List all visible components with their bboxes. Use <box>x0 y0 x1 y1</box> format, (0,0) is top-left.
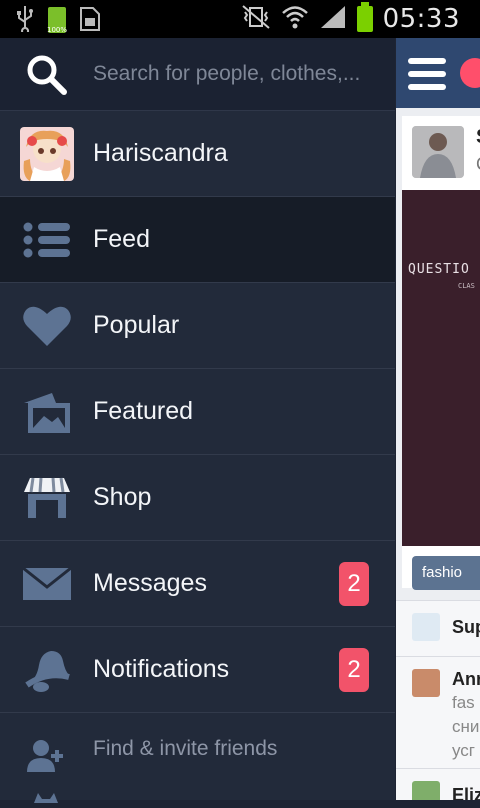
battery-percent: 100% <box>46 26 67 34</box>
row-text: сни <box>452 717 480 736</box>
add-user-icon <box>20 733 74 779</box>
menu-icon[interactable] <box>408 58 446 95</box>
vibrate-mute-icon <box>241 4 271 35</box>
row-name: Sup <box>452 617 480 637</box>
card-image-title: QUESTIO <box>408 262 470 277</box>
list-item[interactable]: Anr fas сни усг <box>396 656 480 769</box>
avatar <box>20 127 74 181</box>
clock: 05:33 <box>382 4 460 34</box>
list-item[interactable]: Sup <box>396 600 480 657</box>
row-avatar <box>412 669 440 697</box>
card-avatar <box>412 126 464 178</box>
feed-label: Feed <box>93 225 150 253</box>
feed-card[interactable]: S C QUESTIO CLAS <box>402 116 480 588</box>
usb-icon <box>14 4 36 37</box>
menu-item-find-invite[interactable]: Find & invite friends <box>0 713 395 798</box>
search-input[interactable]: Search for people, clothes,... <box>93 62 383 86</box>
row-name: Anr <box>452 669 480 689</box>
navigation-drawer: Search for people, clothes,... Hariscand… <box>0 38 395 803</box>
next-item-icon <box>32 790 60 808</box>
search-icon[interactable] <box>24 52 70 103</box>
list-icon <box>20 217 74 263</box>
row-text: fas <box>452 693 475 712</box>
card-image[interactable]: QUESTIO CLAS <box>402 190 480 546</box>
popular-label: Popular <box>93 311 180 339</box>
menu-item-popular[interactable]: Popular <box>0 283 395 369</box>
notifications-label: Notifications <box>93 655 230 683</box>
heart-icon <box>20 303 74 349</box>
fashion-tag[interactable]: fashio <box>412 556 480 590</box>
envelope-icon <box>20 561 74 607</box>
app-logo-icon <box>460 58 480 88</box>
menu-item-featured[interactable]: Featured <box>0 369 395 455</box>
menu-item-feed[interactable]: Feed <box>0 197 395 283</box>
wifi-icon <box>281 4 309 35</box>
row-avatar <box>412 781 440 800</box>
card-user-initial: S <box>476 126 480 149</box>
card-image-subtitle: CLAS <box>458 282 475 290</box>
status-bar-left: 100% <box>14 4 102 37</box>
profile-name: Hariscandra <box>93 139 228 167</box>
notifications-badge: 2 <box>339 648 369 692</box>
row-avatar <box>412 613 440 641</box>
menu-item-messages[interactable]: Messages 2 <box>0 541 395 627</box>
signal-icon <box>319 4 347 35</box>
menu-item-profile[interactable]: Hariscandra <box>0 111 395 197</box>
main-content-peek: S C QUESTIO CLAS fashio Sup Anr fas сни … <box>396 38 480 800</box>
messages-badge: 2 <box>339 562 369 606</box>
battery-full-icon: 100% <box>47 7 67 34</box>
shop-icon <box>20 475 74 521</box>
content-header <box>396 38 480 108</box>
status-bar-right: 05:33 <box>241 2 460 35</box>
row-name: Eliz <box>452 785 480 800</box>
shop-label: Shop <box>93 483 152 511</box>
status-bar: 100% 05:33 <box>0 0 480 38</box>
sd-card-icon <box>78 4 102 37</box>
featured-label: Featured <box>93 397 194 425</box>
menu-item-notifications[interactable]: Notifications 2 <box>0 627 395 713</box>
find-invite-label: Find & invite friends <box>93 737 278 760</box>
card-subtitle: C <box>476 154 480 175</box>
list-item[interactable]: Eliz <box>396 768 480 800</box>
fashion-tag-label: fashio <box>422 564 463 581</box>
battery-icon <box>356 2 373 32</box>
messages-label: Messages <box>93 569 207 597</box>
row-text: усг <box>452 741 476 760</box>
bell-icon <box>20 647 74 693</box>
menu-item-shop[interactable]: Shop <box>0 455 395 541</box>
photos-icon <box>20 389 74 435</box>
search-bar[interactable]: Search for people, clothes,... <box>0 38 395 111</box>
